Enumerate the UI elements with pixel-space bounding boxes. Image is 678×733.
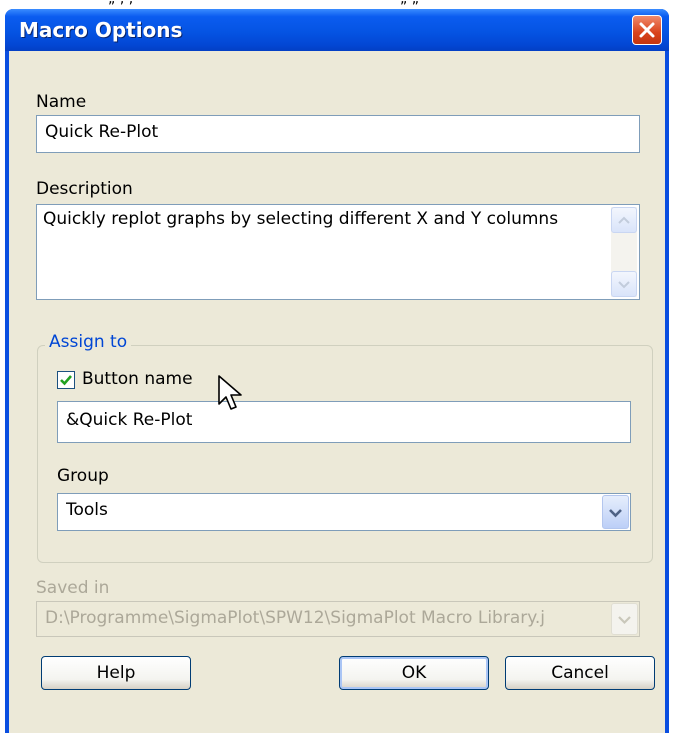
saved-in-label: Saved in	[36, 578, 110, 598]
close-button[interactable]	[632, 15, 662, 45]
chevron-down-icon	[618, 616, 631, 625]
description-text: Quickly replot graphs by selecting diffe…	[43, 209, 559, 229]
cancel-button[interactable]: Cancel	[505, 656, 655, 690]
group-label: Group	[57, 466, 109, 486]
description-textarea[interactable]: Quickly replot graphs by selecting diffe…	[36, 204, 640, 300]
chevron-down-icon	[618, 281, 630, 289]
chevron-down-icon	[609, 509, 622, 518]
assign-to-legend: Assign to	[45, 332, 132, 352]
title-bar[interactable]: Macro Options	[5, 9, 669, 51]
mouse-pointer-icon	[218, 375, 242, 410]
background-window-text-fragment: „ ‚ ‚ „ „	[0, 0, 678, 9]
macro-options-dialog: Macro Options Name Quick Re-Plot Descrip…	[5, 9, 669, 733]
group-select-value: Tools	[66, 500, 108, 520]
saved-in-select: D:\Programme\SigmaPlot\SPW12\SigmaPlot M…	[36, 601, 640, 637]
name-input[interactable]: Quick Re-Plot	[36, 115, 640, 153]
button-name-input[interactable]: &Quick Re-Plot	[57, 401, 631, 443]
chevron-up-icon	[618, 216, 630, 224]
description-scrollbar[interactable]	[611, 207, 637, 297]
name-label: Name	[36, 92, 87, 112]
fragment-left: „ ‚ ‚	[108, 0, 133, 6]
saved-in-value: D:\Programme\SigmaPlot\SPW12\SigmaPlot M…	[45, 608, 546, 628]
fragment-right: „ „	[400, 0, 419, 6]
close-icon	[639, 22, 655, 38]
button-name-label[interactable]: Button name	[82, 369, 193, 389]
scroll-up-button[interactable]	[611, 207, 637, 233]
group-dropdown-button[interactable]	[602, 495, 629, 529]
ok-button[interactable]: OK	[339, 656, 489, 690]
scroll-down-button[interactable]	[611, 271, 637, 297]
saved-in-dropdown-button	[611, 603, 638, 635]
button-name-checkbox[interactable]	[57, 371, 75, 389]
dialog-body: Name Quick Re-Plot Description Quickly r…	[9, 51, 665, 733]
help-button[interactable]: Help	[41, 656, 191, 690]
dialog-title: Macro Options	[19, 18, 183, 42]
checkmark-icon	[60, 375, 72, 386]
group-select[interactable]: Tools	[57, 493, 631, 531]
description-label: Description	[36, 179, 133, 199]
